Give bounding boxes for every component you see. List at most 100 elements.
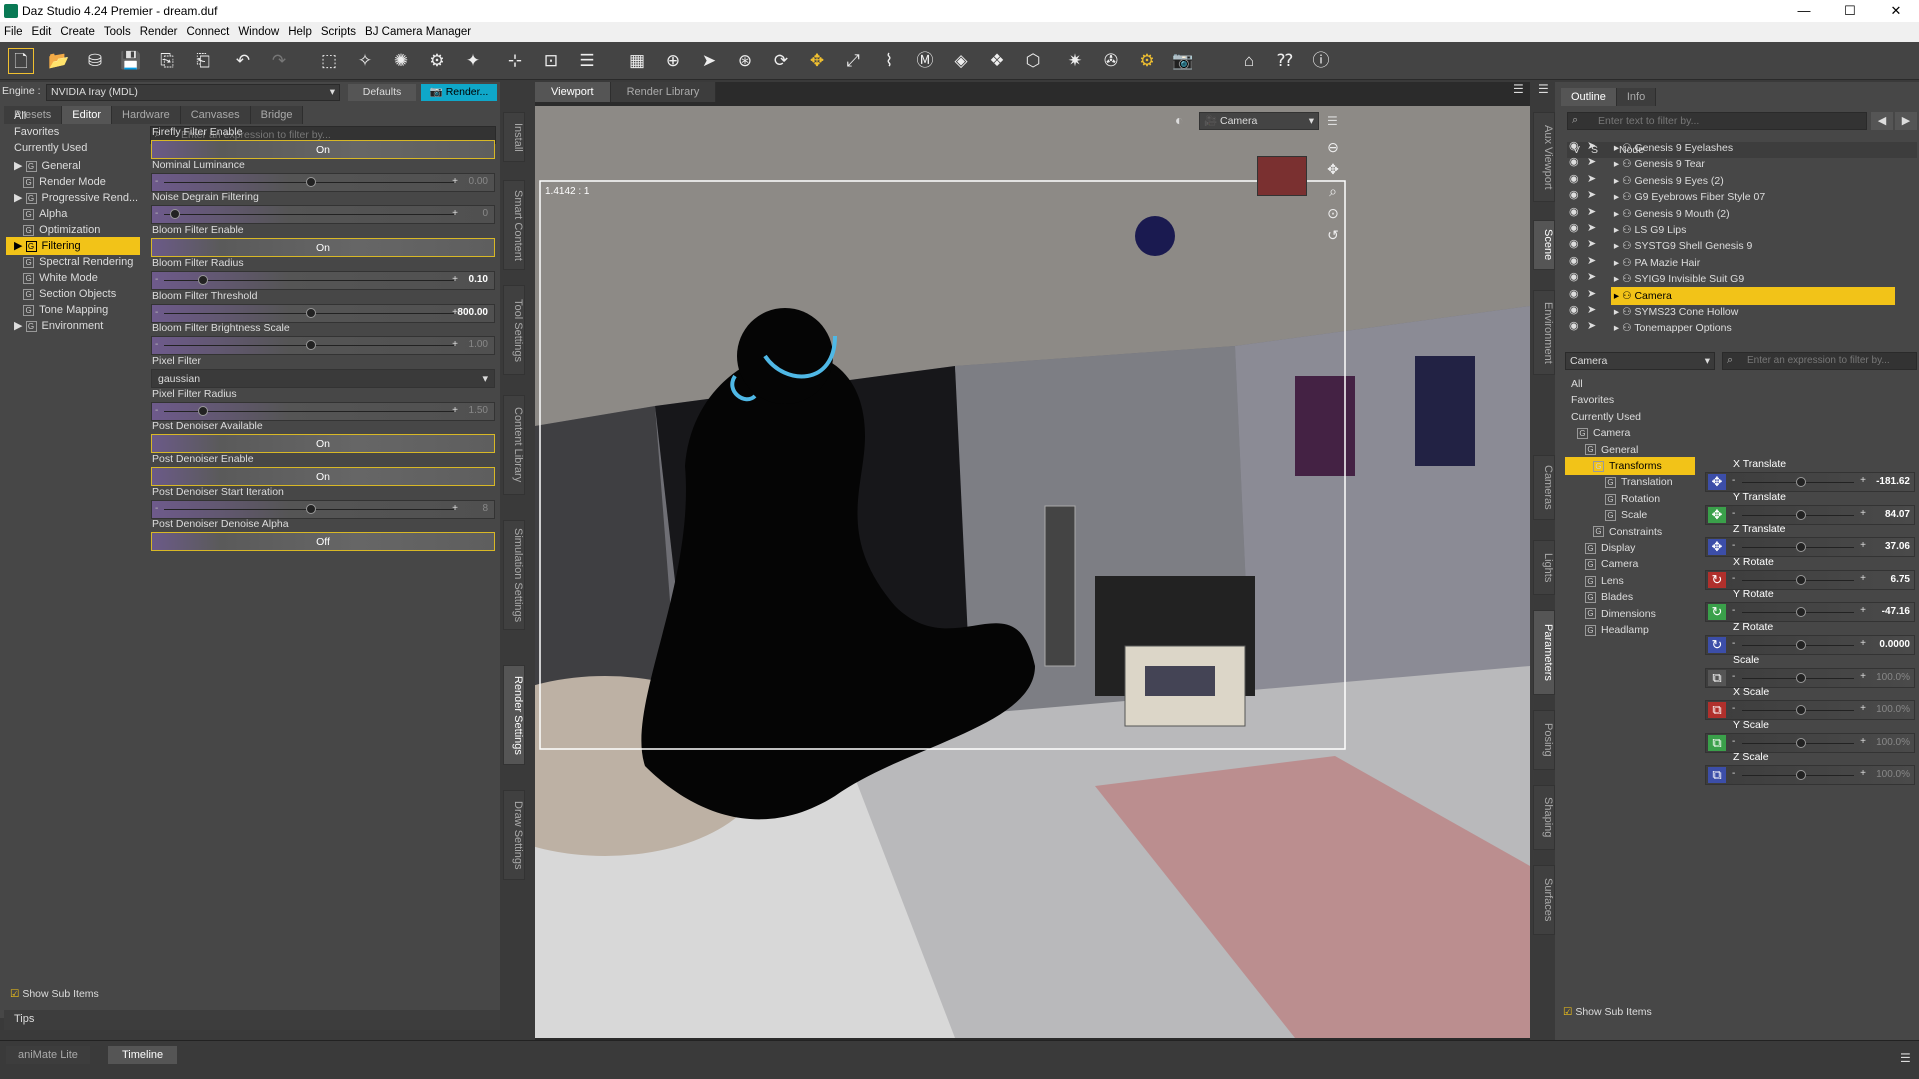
3d-scene-view[interactable]: 1.4142 : 1 ◐ 🎥 Camera ▾ ☰ ⊖ ✥ ⌕ ⊙ ↺: [535, 106, 1530, 1038]
category-currently-used[interactable]: Currently Used: [6, 139, 140, 157]
minus-icon[interactable]: -: [1732, 703, 1735, 714]
scene-node[interactable]: ▸ ⚇ Tonemapper Options: [1611, 319, 1895, 337]
slider-knob[interactable]: [169, 209, 180, 220]
show-sub-items-checkbox[interactable]: ☑ Show Sub Items: [10, 988, 99, 1000]
select-cursor-icon[interactable]: ➤: [1587, 254, 1601, 267]
slider-knob[interactable]: [1796, 737, 1806, 748]
scene-node[interactable]: ▸ ⚇ SYIG9 Invisible Suit G9: [1611, 270, 1895, 288]
minimize-button[interactable]: —: [1781, 0, 1827, 22]
param-slider[interactable]: ✥ - + -181.62: [1705, 472, 1915, 492]
pan-icon[interactable]: ✥: [1323, 158, 1343, 180]
visibility-eye-icon[interactable]: ◉: [1569, 254, 1583, 267]
slider-knob[interactable]: [306, 176, 316, 187]
param-group-constraints[interactable]: G Constraints: [1565, 523, 1695, 541]
param-group-dimensions[interactable]: G Dimensions: [1565, 605, 1695, 623]
side-tab-parameters[interactable]: Parameters: [1533, 610, 1555, 695]
scene-node[interactable]: ▸ ⚇ Genesis 9 Mouth (2): [1611, 205, 1895, 223]
slider-knob[interactable]: [1796, 705, 1806, 716]
slider-knob[interactable]: [1796, 770, 1806, 781]
align-tool-icon[interactable]: ☰: [574, 48, 600, 74]
translate-tool-icon[interactable]: ✥: [804, 48, 830, 74]
menu-bj-camera-manager[interactable]: BJ Camera Manager: [365, 26, 471, 38]
select-cursor-icon[interactable]: ➤: [1587, 319, 1601, 332]
parameter-filter[interactable]: ⌕ Enter an expression to filter by...: [1722, 352, 1917, 370]
light-tool-icon[interactable]: ✷: [1062, 48, 1088, 74]
minus-icon[interactable]: -: [1732, 605, 1735, 616]
scene-node[interactable]: ▸ ⚇ PA Mazie Hair: [1611, 254, 1895, 272]
param-group-currently-used[interactable]: Currently Used: [1565, 408, 1695, 426]
node-weight-tool-icon[interactable]: ⚙: [424, 48, 450, 74]
transform-tool-icon[interactable]: ⊹: [502, 48, 528, 74]
figure-tool-icon[interactable]: Ⓜ: [912, 48, 938, 74]
slider-knob[interactable]: [1796, 477, 1806, 487]
plus-icon[interactable]: +: [1860, 768, 1866, 779]
side-tab-simulation-settings[interactable]: Simulation Settings: [503, 520, 525, 630]
minus-icon[interactable]: -: [155, 208, 158, 219]
param-group-display[interactable]: G Display: [1565, 539, 1695, 557]
slider-knob[interactable]: [1796, 640, 1806, 650]
param-group-transforms[interactable]: G Transforms: [1565, 457, 1695, 475]
param-group-scale[interactable]: G Scale: [1565, 506, 1695, 524]
property-toggle[interactable]: On: [151, 140, 495, 159]
tab-bridge[interactable]: Bridge: [250, 106, 304, 124]
select-cursor-icon[interactable]: ➤: [1587, 270, 1601, 283]
select-cursor-icon[interactable]: ➤: [1587, 287, 1601, 300]
side-tab-surfaces[interactable]: Surfaces: [1533, 865, 1555, 935]
bottom-pane-menu-icon[interactable]: ☰: [1900, 1051, 1911, 1065]
slider-knob[interactable]: [198, 274, 209, 285]
property-slider[interactable]: - +0.00: [151, 172, 495, 192]
render-button[interactable]: 📷 Render...: [421, 84, 497, 101]
grid-icon[interactable]: ▦: [624, 48, 650, 74]
node-selection-icon[interactable]: ➤: [696, 48, 722, 74]
visibility-eye-icon[interactable]: ◉: [1569, 303, 1583, 316]
minus-icon[interactable]: -: [155, 274, 158, 285]
menu-window[interactable]: Window: [238, 26, 279, 38]
side-tab-smart-content[interactable]: Smart Content: [503, 180, 525, 270]
plus-icon[interactable]: +: [1860, 671, 1866, 682]
orbit-icon[interactable]: ⊖: [1323, 136, 1343, 158]
visibility-eye-icon[interactable]: ◉: [1569, 221, 1583, 234]
import-icon[interactable]: ⎘: [154, 48, 180, 74]
tab-outline[interactable]: Outline: [1561, 88, 1617, 106]
scene-node[interactable]: ▸ ⚇ Genesis 9 Eyelashes: [1611, 139, 1895, 157]
minus-icon[interactable]: -: [1732, 475, 1735, 486]
open-file-icon[interactable]: 📂: [46, 48, 72, 74]
viewport-pane-menu-icon[interactable]: ☰: [1513, 82, 1524, 96]
close-button[interactable]: ✕: [1873, 0, 1919, 22]
param-group-camera[interactable]: G Camera: [1565, 424, 1695, 442]
property-slider[interactable]: - +800.00: [151, 303, 495, 323]
menu-connect[interactable]: Connect: [186, 26, 229, 38]
select-cursor-icon[interactable]: ➤: [1587, 303, 1601, 316]
property-toggle[interactable]: On: [151, 434, 495, 454]
minus-icon[interactable]: -: [1732, 638, 1735, 649]
property-toggle[interactable]: On: [151, 467, 495, 486]
scene-node[interactable]: ▸ ⚇ SYMS23 Cone Hollow: [1611, 303, 1895, 321]
engine-dropdown[interactable]: NVIDIA Iray (MDL) ▾: [46, 84, 340, 101]
tab-canvases[interactable]: Canvases: [180, 106, 251, 124]
scene-pane-menu-icon[interactable]: ☰: [1538, 82, 1549, 96]
side-tab-environment[interactable]: Environment: [1533, 290, 1555, 375]
side-tab-content-library[interactable]: Content Library: [503, 395, 525, 495]
param-show-sub-items-checkbox[interactable]: ☑ Show Sub Items: [1563, 1006, 1652, 1018]
scene-node[interactable]: ▸ ⚇ Camera: [1611, 286, 1895, 305]
visibility-eye-icon[interactable]: ◉: [1569, 188, 1583, 201]
render-settings-icon[interactable]: ⚙: [1134, 48, 1160, 74]
render-icon[interactable]: 📷: [1170, 48, 1196, 74]
plus-icon[interactable]: +: [1860, 736, 1866, 747]
select-cursor-icon[interactable]: ➤: [1587, 155, 1601, 168]
region-nav-icon[interactable]: ⊡: [538, 48, 564, 74]
maximize-button[interactable]: ☐: [1827, 0, 1873, 22]
slider-knob[interactable]: [1796, 607, 1806, 618]
category-environment[interactable]: ▶ G Environment: [6, 317, 140, 335]
select-cursor-icon[interactable]: ➤: [1587, 237, 1601, 250]
minus-icon[interactable]: -: [1732, 736, 1735, 747]
viewport-menu-icon[interactable]: ☰: [1327, 114, 1338, 128]
param-slider[interactable]: ✥ - +37.06: [1705, 537, 1915, 558]
plus-icon[interactable]: +: [1860, 540, 1866, 551]
select-cursor-icon[interactable]: ➤: [1587, 188, 1601, 201]
slider-knob[interactable]: [306, 340, 316, 351]
geometry-editor-icon[interactable]: ⌇: [876, 48, 902, 74]
visibility-eye-icon[interactable]: ◉: [1569, 270, 1583, 283]
view-cube-icon[interactable]: [1257, 156, 1307, 196]
param-slider[interactable]: ↻ - +6.75: [1705, 569, 1915, 590]
